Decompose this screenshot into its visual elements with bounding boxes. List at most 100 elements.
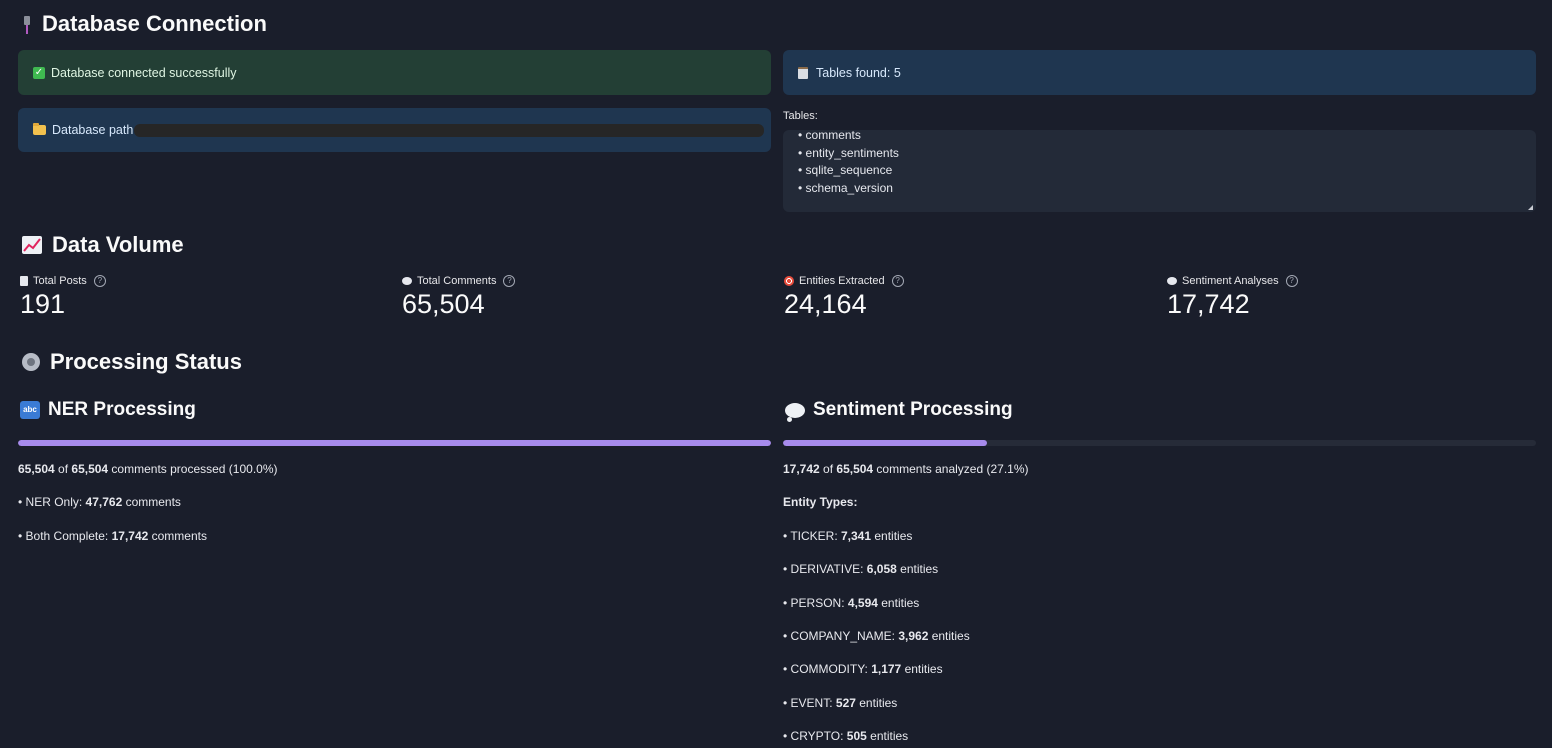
entity-type-suffix: entities: [877, 595, 920, 610]
database-path-alert: Database path: [18, 108, 771, 152]
sentiment-processed-count: 17,742: [783, 462, 820, 476]
ner-only-line: • NER Only: 47,762 comments: [18, 495, 181, 509]
entity-type-count: 4,594: [847, 595, 878, 610]
metric-value: 65,504: [402, 289, 485, 319]
help-icon[interactable]: ?: [503, 275, 516, 287]
entity-type-label: • TICKER:: [783, 529, 841, 543]
entity-type-count: 7,341: [841, 529, 872, 543]
connection-success-alert: ✓ Database connected successfully: [18, 50, 771, 95]
metric-entities-extracted: Entities Extracted? 24,164: [784, 275, 1144, 320]
table-name-line: • sqlite_sequence: [798, 163, 893, 178]
sentiment-summary-suffix: comments analyzed (27.1%): [873, 462, 1029, 476]
line-value: 47,762: [85, 495, 123, 509]
ner-processing-header: abc NER Processing: [20, 398, 196, 422]
metric-value: 191: [20, 289, 66, 319]
both-complete-line: • Both Complete: 17,742 comments: [18, 529, 207, 543]
metric-sentiment-analyses: Sentiment Analyses? 17,742: [1167, 275, 1527, 320]
entity-types-label: Entity Types:: [783, 495, 858, 509]
entity-type-suffix: entities: [896, 562, 939, 577]
data-volume-title: Data Volume: [52, 232, 184, 257]
table-name-line: • comments: [798, 130, 861, 142]
thought-bubble-icon: [785, 402, 805, 422]
table-name-line: • entity_sentiments: [798, 145, 899, 160]
database-path-redacted: [134, 123, 765, 137]
ner-summary: 65,504 of 65,504 comments processed (100…: [18, 462, 278, 476]
folder-icon: [33, 123, 46, 135]
ner-processing-title: NER Processing: [48, 399, 196, 420]
entity-type-label: • PERSON:: [783, 595, 848, 610]
entity-type-line: • COMMODITY: 1,177 entities: [783, 662, 943, 676]
ner-summary-suffix: comments processed (100.0%): [108, 462, 278, 476]
entity-type-label: • COMPANY_NAME:: [783, 628, 899, 643]
speech-bubble-icon: [402, 277, 412, 285]
page: Database Connection ✓ Database connected…: [0, 0, 1552, 748]
entity-type-count: 505: [846, 728, 867, 743]
metric-label: Total Comments: [417, 275, 497, 287]
table-name-line: • schema_version: [798, 181, 893, 196]
entity-type-line: • EVENT: 527 entities: [783, 696, 897, 710]
entity-type-label: • CRYPTO:: [783, 728, 847, 743]
thought-bubble-icon: [1167, 277, 1177, 285]
processing-status-title: Processing Status: [50, 349, 242, 374]
entity-type-line: • DERIVATIVE: 6,058 entities: [783, 562, 938, 576]
of-text: of: [54, 462, 72, 476]
target-icon: [784, 276, 794, 286]
sentiment-progress-fill: [783, 440, 988, 446]
entity-type-line: • COMPANY_NAME: 3,962 entities: [783, 629, 970, 643]
metric-value: 17,742: [1167, 289, 1250, 319]
entity-type-label: • COMMODITY:: [783, 662, 872, 677]
entity-type-count: 527: [835, 695, 856, 710]
connection-success-text: Database connected successfully: [51, 65, 237, 80]
entity-type-suffix: entities: [866, 728, 909, 743]
sentiment-processing-title: Sentiment Processing: [813, 399, 1013, 420]
metric-label: Entities Extracted: [799, 275, 885, 287]
entity-type-suffix: entities: [901, 662, 943, 677]
entity-type-line: • TICKER: 7,341 entities: [783, 529, 912, 543]
metric-label: Total Posts: [33, 275, 87, 287]
line-label: • NER Only:: [18, 495, 86, 509]
sentiment-progress-bar: [783, 440, 1536, 446]
help-icon[interactable]: ?: [891, 275, 904, 287]
line-label: • Both Complete:: [18, 529, 112, 543]
check-mark-icon: ✓: [33, 66, 45, 79]
ner-progress-bar: [18, 440, 771, 446]
resize-handle[interactable]: [1528, 205, 1533, 210]
database-connection-title: Database Connection: [42, 11, 267, 36]
metric-total-posts: Total Posts? 191: [20, 275, 380, 320]
entity-type-suffix: entities: [871, 529, 913, 543]
entity-type-label: • EVENT:: [783, 695, 836, 710]
ner-total-count: 65,504: [71, 462, 109, 476]
entity-type-suffix: entities: [928, 628, 970, 643]
entity-type-count: 3,962: [898, 628, 929, 643]
sentiment-total-count: 65,504: [836, 462, 874, 476]
tables-found-alert: Tables found: 5: [783, 50, 1536, 95]
tables-label: Tables:: [783, 110, 818, 122]
metric-value: 24,164: [784, 289, 867, 319]
chart-increasing-icon: [22, 236, 42, 254]
tables-textarea[interactable]: • comments • entity_sentiments • sqlite_…: [783, 130, 1536, 212]
sentiment-processing-header: Sentiment Processing: [785, 398, 1013, 422]
processing-status-header: Processing Status: [22, 348, 242, 376]
ner-processed-count: 65,504: [18, 462, 55, 476]
entity-type-suffix: entities: [855, 695, 898, 710]
database-path-label: Database path: [52, 123, 134, 137]
entity-type-count: 6,058: [866, 562, 897, 577]
page-icon: [20, 276, 28, 286]
entity-type-line: • CRYPTO: 505 entities: [783, 729, 908, 743]
line-suffix: comments: [122, 495, 181, 509]
help-icon[interactable]: ?: [1285, 275, 1298, 287]
metric-total-comments: Total Comments? 65,504: [402, 275, 762, 320]
ner-progress-fill: [18, 440, 771, 446]
line-suffix: comments: [148, 529, 207, 543]
entity-type-line: • PERSON: 4,594 entities: [783, 596, 919, 610]
plug-icon: [22, 14, 32, 34]
entity-type-count: 1,177: [871, 662, 902, 677]
help-icon[interactable]: ?: [93, 275, 106, 287]
sentiment-summary: 17,742 of 65,504 comments analyzed (27.1…: [783, 462, 1029, 476]
tables-found-text: Tables found: 5: [816, 65, 901, 80]
entity-type-label: • DERIVATIVE:: [783, 562, 867, 577]
metric-label: Sentiment Analyses: [1182, 275, 1279, 287]
of-text: of: [819, 462, 837, 476]
abc-icon: abc: [20, 401, 40, 419]
gear-icon: [22, 353, 40, 371]
